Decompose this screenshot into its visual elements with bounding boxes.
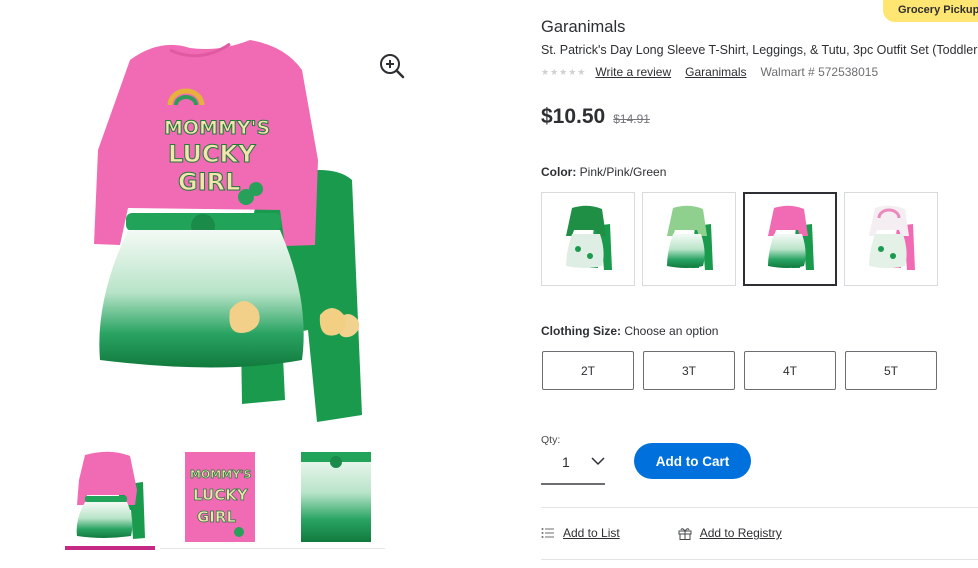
quantity-label: Qty: <box>541 434 561 446</box>
size-label: Clothing Size: <box>541 324 621 338</box>
size-3t-button[interactable]: 3T <box>643 351 735 390</box>
shirt-print-line-1: MOMMY'S <box>164 117 270 139</box>
thumbnail-strip: MOMMY'S LUCKY GIRL <box>60 450 390 550</box>
color-swatches <box>541 192 941 287</box>
thumbnail-divider <box>160 548 385 549</box>
thumb-print-line-3: GIRL <box>197 508 236 526</box>
was-price: $14.91 <box>613 112 650 126</box>
quantity-value: 1 <box>562 454 570 470</box>
current-price: $10.50 <box>541 105 606 128</box>
size-4t-button[interactable]: 4T <box>744 351 836 390</box>
zoom-in-icon <box>380 54 405 79</box>
active-thumbnail-indicator <box>65 546 155 550</box>
color-label-row: Color: Pink/Pink/Green <box>541 165 666 179</box>
product-meta-row: ★★★★★ Write a review Garanimals Walmart … <box>541 64 878 80</box>
thumb-print-line-1: MOMMY'S <box>190 468 252 481</box>
swatch-green-outfit[interactable] <box>541 192 635 286</box>
price-row: $10.50 $14.91 <box>541 105 650 129</box>
actions-divider-top <box>541 507 978 508</box>
thumbnail-full-outfit[interactable] <box>65 450 161 550</box>
chevron-down-icon <box>591 457 605 466</box>
product-title: St. Patrick's Day Long Sleeve T-Shirt, L… <box>541 43 978 57</box>
size-prompt: Choose an option <box>624 324 719 338</box>
add-to-cart-button[interactable]: Add to Cart <box>634 443 751 479</box>
size-5t-button[interactable]: 5T <box>845 351 937 390</box>
item-number: Walmart # 572538015 <box>760 65 879 79</box>
main-product-image[interactable]: MOMMY'S LUCKY GIRL <box>70 30 380 430</box>
actions-divider-bottom <box>541 559 978 560</box>
list-icon <box>541 528 554 538</box>
thumbnail-tutu[interactable] <box>301 450 397 550</box>
brand-link[interactable]: Garanimals <box>685 65 746 79</box>
quantity-select[interactable]: Qty: 1 <box>541 434 605 486</box>
product-gallery: MOMMY'S LUCKY GIRL MOMMY'S LUCKY GIRL <box>60 20 420 568</box>
thumbnail-shirt-print[interactable]: MOMMY'S LUCKY GIRL <box>185 450 281 550</box>
add-to-registry-link[interactable]: Add to Registry <box>678 526 782 540</box>
size-options: 2T 3T 4T 5T <box>541 351 941 390</box>
color-label: Color: <box>541 165 577 179</box>
add-to-list-label: Add to List <box>563 526 620 540</box>
write-review-link[interactable]: Write a review <box>595 65 671 79</box>
rating-stars: ★★★★★ <box>541 66 587 77</box>
product-info: Grocery Pickup & Garanimals St. Patrick'… <box>541 0 978 568</box>
swatch-light-green-outfit[interactable] <box>642 192 736 286</box>
size-label-row: Clothing Size: Choose an option <box>541 324 718 338</box>
size-2t-button[interactable]: 2T <box>542 351 634 390</box>
quantity-underline <box>541 483 605 485</box>
thumb-print-line-2: LUCKY <box>193 486 249 504</box>
gift-icon <box>678 527 692 540</box>
swatch-white-pink-outfit[interactable] <box>844 192 938 286</box>
swatch-pink-outfit[interactable] <box>743 192 837 286</box>
shirt-print-line-2: LUCKY <box>168 140 256 168</box>
shirt-print-line-3: GIRL <box>178 168 240 196</box>
color-value: Pink/Pink/Green <box>579 165 667 179</box>
secondary-actions: Add to List Add to Registry <box>541 523 782 543</box>
grocery-pickup-badge[interactable]: Grocery Pickup & <box>883 0 978 22</box>
add-to-registry-label: Add to Registry <box>699 526 782 540</box>
add-to-list-link[interactable]: Add to List <box>541 526 620 540</box>
product-brand: Garanimals <box>541 18 626 36</box>
zoom-in-button[interactable] <box>377 51 407 81</box>
